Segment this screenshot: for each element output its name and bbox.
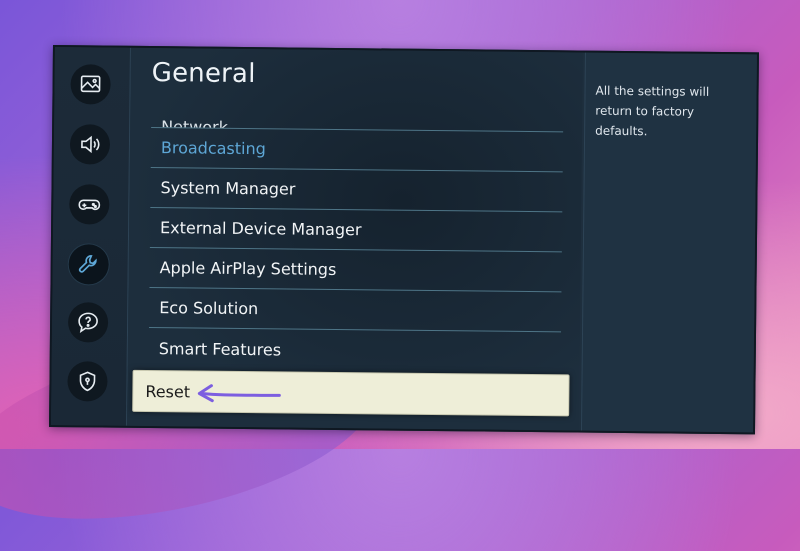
- menu-item-system-manager[interactable]: System Manager: [150, 168, 563, 213]
- menu-item-label: Reset: [145, 381, 191, 401]
- menu-item-external-device-manager[interactable]: External Device Manager: [149, 208, 563, 253]
- menu-item-reset[interactable]: Reset: [132, 369, 570, 417]
- page-title: General: [151, 58, 256, 90]
- menu-item-label: Smart Features: [158, 338, 282, 359]
- menu-item-label: Apple AirPlay Settings: [159, 258, 337, 279]
- reset-description: All the settings will return to factory …: [595, 83, 710, 139]
- menu-item-apple-airplay-settings[interactable]: Apple AirPlay Settings: [149, 248, 562, 293]
- wrench-icon[interactable]: [68, 244, 109, 285]
- description-panel: All the settings will return to factory …: [580, 52, 759, 433]
- privacy-shield-icon[interactable]: [67, 361, 108, 402]
- menu-item-label: External Device Manager: [159, 218, 362, 240]
- menu-item-smart-features[interactable]: Smart Features: [149, 328, 561, 372]
- support-icon[interactable]: [67, 302, 109, 343]
- sound-icon[interactable]: [69, 124, 111, 165]
- menu-item-label: System Manager: [160, 178, 296, 199]
- tv-settings-screen: Network Broadcasting System Manager Exte…: [48, 45, 759, 435]
- pointer-arrow-icon: [197, 384, 281, 403]
- settings-menu-list: Network Broadcasting System Manager Exte…: [132, 48, 570, 417]
- menu-item-label: Broadcasting: [160, 138, 266, 159]
- game-controller-icon[interactable]: [69, 184, 110, 225]
- settings-category-rail: [51, 47, 131, 426]
- menu-item-eco-solution[interactable]: Eco Solution: [149, 288, 562, 333]
- menu-item-broadcasting[interactable]: Broadcasting: [150, 128, 564, 173]
- menu-item-label: Eco Solution: [159, 298, 259, 319]
- settings-main-panel: Network Broadcasting System Manager Exte…: [127, 47, 583, 431]
- picture-icon[interactable]: [70, 64, 111, 105]
